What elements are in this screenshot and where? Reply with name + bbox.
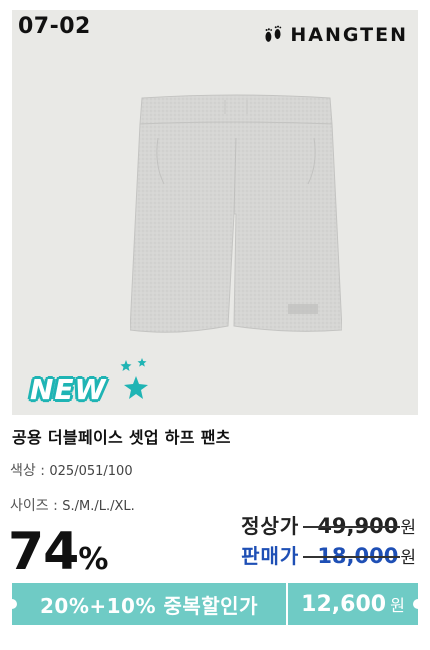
size-info: 사이즈 : S./M./L./XL. (10, 495, 135, 515)
product-title[interactable]: 공용 더블페이스 셋업 하프 팬츠 (12, 424, 231, 448)
product-code: 07-02 (18, 14, 91, 39)
product-image[interactable]: 07-02 HANGTEN NEW (12, 10, 418, 415)
size-label: 사이즈 : (10, 498, 63, 514)
sale-price-value: 18,000 (303, 544, 401, 568)
color-info: 색상 : 025/051/100 (10, 460, 133, 480)
sale-price-label: 판매가 (241, 544, 300, 568)
sparkle-stars-icon (120, 358, 148, 399)
discount-number: 74 (8, 522, 79, 582)
discount-symbol: % (78, 542, 108, 577)
regular-price-label: 정상가 (241, 514, 300, 538)
color-label: 색상 : (10, 463, 50, 479)
regular-price-row: 정상가 49,900 원 (241, 510, 416, 539)
discount-rate: 74% (8, 522, 108, 582)
brand-name: HANGTEN (290, 24, 408, 46)
final-price-value: 12,600 (301, 591, 387, 617)
coupon-notch-left (7, 599, 17, 609)
color-value: 025/051/100 (49, 464, 133, 479)
promo-coupon-bar[interactable]: 20%+10% 중복할인가 12,600 원 (7, 583, 423, 625)
final-price-currency: 원 (390, 595, 405, 615)
sale-price-row: 판매가 18,000 원 (241, 540, 416, 569)
final-price-box: 12,600 원 (288, 592, 418, 617)
promo-label: 20%+10% 중복할인가 (40, 593, 258, 618)
new-badge-label: NEW (30, 373, 107, 406)
shorts-photo (130, 94, 342, 333)
size-value: S./M./L./XL. (62, 499, 135, 514)
regular-price-value: 49,900 (303, 514, 401, 538)
brand-logo: HANGTEN (262, 24, 408, 46)
product-card[interactable]: 07-02 HANGTEN NEW 공용 더블페이스 셋업 하프 팬츠 색상:… (0, 0, 430, 650)
footprints-icon (265, 25, 282, 42)
sale-price-currency: 원 (400, 548, 416, 568)
coupon-notch-right (413, 599, 423, 609)
new-badge: NEW (20, 358, 150, 418)
regular-price-currency: 원 (400, 518, 416, 538)
